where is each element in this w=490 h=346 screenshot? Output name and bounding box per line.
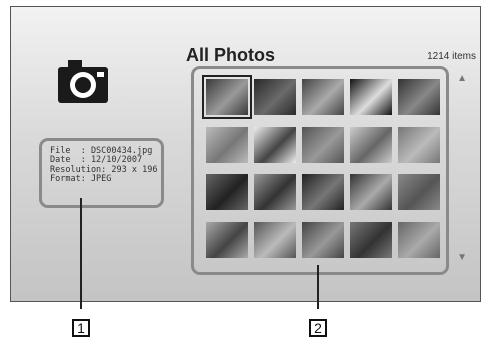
- file-format: Format: JPEG: [50, 174, 112, 185]
- photo-thumbnail[interactable]: [350, 79, 392, 115]
- scroll-down-arrow-icon[interactable]: ▼: [457, 252, 467, 263]
- callout-line-1: [80, 198, 82, 309]
- photo-thumbnail[interactable]: [302, 174, 344, 210]
- photo-thumbnail[interactable]: [398, 79, 440, 115]
- photo-thumbnail[interactable]: [206, 222, 248, 258]
- callout-1: 1: [72, 319, 90, 337]
- photo-thumbnail[interactable]: [254, 79, 296, 115]
- photo-thumbnail[interactable]: [206, 127, 248, 163]
- photo-thumbnail[interactable]: [206, 174, 248, 210]
- photo-thumbnail[interactable]: [398, 222, 440, 258]
- photo-info-panel: File : DSC00434.jpg Date : 12/10/2007 Re…: [39, 138, 164, 208]
- scroll-up-arrow-icon[interactable]: ▲: [457, 73, 467, 84]
- photo-thumbnail[interactable]: [350, 127, 392, 163]
- photo-thumbnail[interactable]: [302, 79, 344, 115]
- photo-thumbnail[interactable]: [302, 222, 344, 258]
- callout-line-2: [317, 265, 319, 309]
- page-title: All Photos: [186, 45, 275, 65]
- selected-photo-thumbnail[interactable]: [202, 75, 252, 119]
- camera-icon: [58, 60, 108, 103]
- photo-thumbnail[interactable]: [350, 174, 392, 210]
- photo-thumbnail[interactable]: [254, 174, 296, 210]
- photo-thumbnail[interactable]: [302, 127, 344, 163]
- photo-thumbnail[interactable]: [398, 174, 440, 210]
- thumbnail-grid[interactable]: [191, 66, 449, 275]
- photo-thumbnail[interactable]: [350, 222, 392, 258]
- photo-thumbnail[interactable]: [398, 127, 440, 163]
- callout-2: 2: [309, 319, 327, 337]
- item-count: 1214 items: [427, 51, 476, 62]
- photo-thumbnail[interactable]: [254, 222, 296, 258]
- photo-thumbnail[interactable]: [254, 127, 296, 163]
